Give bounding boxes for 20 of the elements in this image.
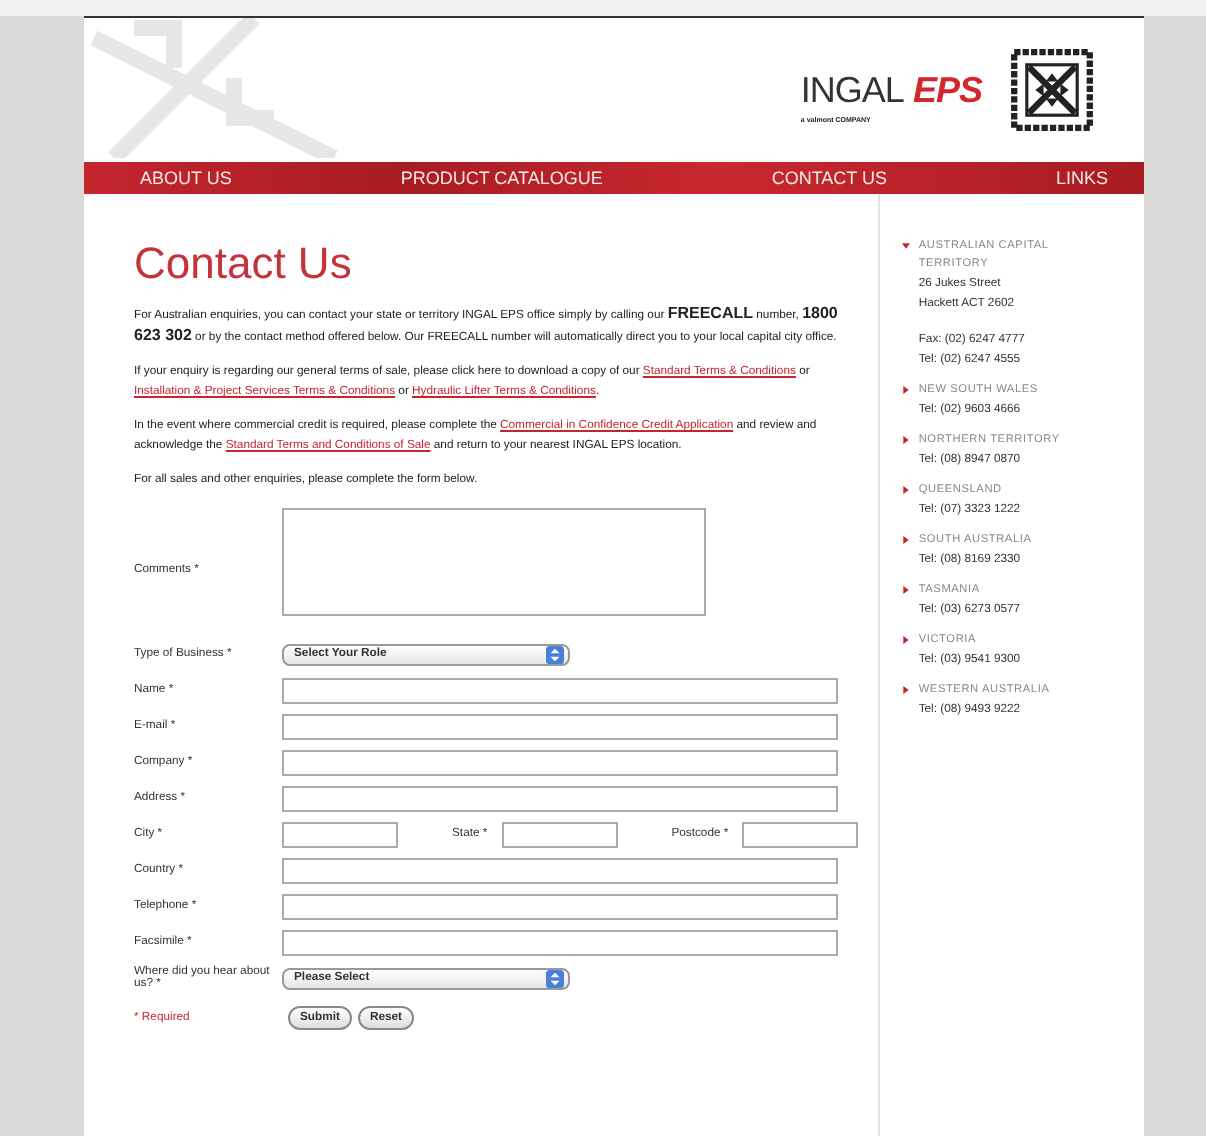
nav-link[interactable]: ABOUT US bbox=[140, 168, 232, 188]
input-field[interactable] bbox=[282, 857, 838, 883]
dropdown-arrows-icon bbox=[546, 645, 564, 663]
dropdown-arrows-icon bbox=[546, 969, 564, 987]
input-field[interactable] bbox=[282, 929, 838, 955]
input-field[interactable] bbox=[282, 713, 838, 739]
input-field[interactable] bbox=[282, 785, 838, 811]
nav-link[interactable]: PRODUCT CATALOGUE bbox=[400, 168, 603, 188]
input-field[interactable] bbox=[282, 821, 398, 847]
page-title: Contact Us bbox=[134, 238, 354, 290]
input-field[interactable] bbox=[742, 821, 859, 847]
comments-field[interactable] bbox=[282, 508, 706, 616]
nav-link[interactable]: LINKS bbox=[1055, 168, 1108, 188]
brand-logo: INGAL EPS bbox=[800, 69, 982, 111]
input-field[interactable] bbox=[282, 677, 838, 703]
input-field[interactable] bbox=[282, 749, 838, 775]
input-field[interactable] bbox=[501, 821, 618, 847]
nav-link[interactable]: CONTACT US bbox=[771, 168, 887, 188]
input-field[interactable] bbox=[282, 893, 838, 919]
emblem-icon bbox=[1010, 48, 1094, 132]
